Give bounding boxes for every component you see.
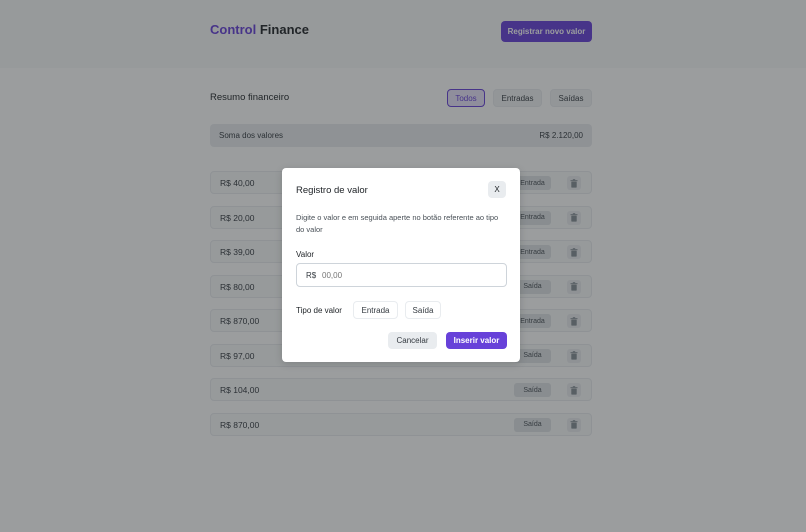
valor-input[interactable] (322, 265, 502, 285)
close-button[interactable]: X (488, 181, 506, 198)
valor-label: Valor (296, 250, 315, 259)
modal-title: Registro de valor (296, 185, 368, 196)
cancel-button[interactable]: Cancelar (388, 332, 437, 349)
tipo-entrada-button[interactable]: Entrada (353, 301, 398, 319)
valor-input-wrapper[interactable]: R$ (296, 263, 507, 287)
currency-prefix: R$ (306, 271, 317, 280)
register-value-modal: Registro de valor X Digite o valor e em … (282, 168, 520, 362)
insert-value-button[interactable]: Inserir valor (446, 332, 507, 349)
tipo-label: Tipo de valor (296, 306, 342, 315)
modal-description: Digite o valor e em seguida aperte no bo… (296, 213, 499, 234)
tipo-saida-button[interactable]: Saída (405, 301, 441, 319)
